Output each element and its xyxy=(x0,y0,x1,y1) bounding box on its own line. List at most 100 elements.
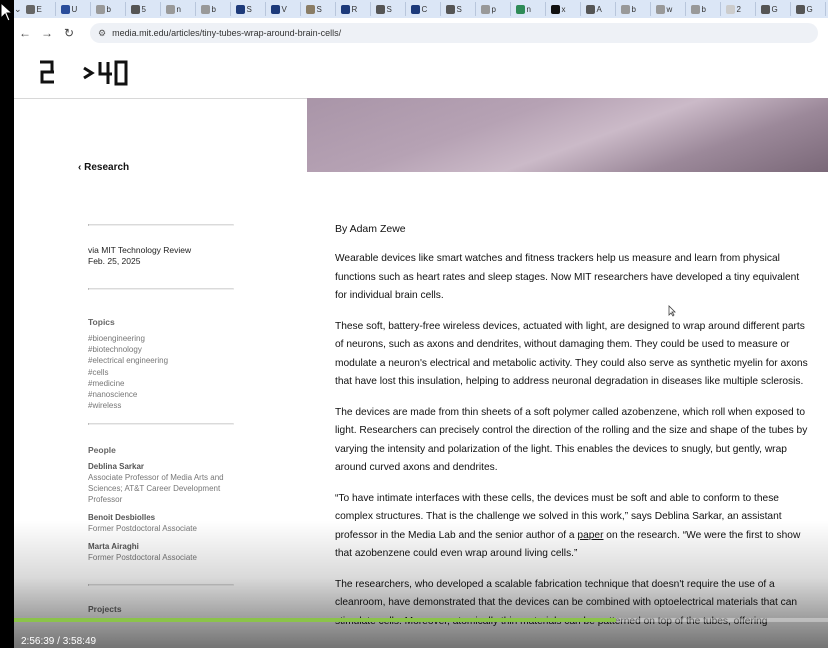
tab-label: 2 xyxy=(736,4,741,14)
mouse-pointer-icon xyxy=(0,2,12,22)
tab-label: V xyxy=(281,4,287,14)
browser-tab[interactable]: S xyxy=(443,2,476,16)
tab-label: U xyxy=(71,4,78,14)
browser-tab[interactable]: b xyxy=(198,2,231,16)
browser-tab[interactable]: n xyxy=(513,2,546,16)
browser-tab[interactable]: S xyxy=(303,2,336,16)
tab-label: S xyxy=(246,4,252,14)
browser-tab[interactable]: G xyxy=(793,2,826,16)
projects-title: Projects xyxy=(88,604,122,615)
topic-tag-link[interactable]: #cells xyxy=(88,367,234,378)
people-section: People Deblina Sarkar Associate Professor… xyxy=(88,425,234,584)
tab-label: p xyxy=(491,4,496,14)
browser-tab[interactable]: 5 xyxy=(128,2,161,16)
browser-tab[interactable]: E xyxy=(23,2,56,16)
tab-label: b xyxy=(631,4,636,14)
forward-arrow-icon[interactable]: → xyxy=(36,26,58,40)
browser-tab[interactable]: R xyxy=(338,2,371,16)
video-progress-bar[interactable] xyxy=(14,618,828,622)
tab-favicon-icon xyxy=(375,4,385,14)
article-paragraph: These soft, battery-free wireless device… xyxy=(335,320,808,388)
tab-favicon-icon xyxy=(270,4,280,14)
projects-section: Projects xyxy=(88,586,234,614)
topic-tag-link[interactable]: #electrical engineering xyxy=(88,355,234,366)
article-paragraph: “To have intimate interfaces with these … xyxy=(335,490,809,564)
article-meta: via MIT Technology Review Feb. 25, 2025 xyxy=(88,226,234,267)
tab-label: 5 xyxy=(141,4,146,14)
browser-tab[interactable]: p xyxy=(478,2,511,16)
browser-tab[interactable]: U xyxy=(58,2,91,16)
video-timestamp: 2:56:39 / 3:58:49 xyxy=(21,636,97,647)
person-entry[interactable]: Benoit Desbiolles Former Postdoctoral Ass… xyxy=(88,512,234,534)
person-role: Former Postdoctoral Associate xyxy=(88,524,197,534)
site-header xyxy=(14,48,828,99)
article-source[interactable]: via MIT Technology Review xyxy=(88,245,234,256)
browser-tab[interactable]: x xyxy=(548,2,581,16)
article-paragraph: The researchers, who developed a scalabl… xyxy=(335,578,798,627)
browser-tab[interactable]: V xyxy=(268,2,301,16)
tab-search-button[interactable]: ⌄ xyxy=(14,0,22,18)
person-role: Former Postdoctoral Associate xyxy=(88,553,197,563)
browser-tab[interactable]: C xyxy=(408,2,441,16)
hero-image xyxy=(307,98,828,172)
tab-favicon-icon xyxy=(340,4,350,14)
tab-favicon-icon xyxy=(305,4,315,14)
tab-favicon-icon xyxy=(60,4,70,14)
browser-tab[interactable]: b xyxy=(93,2,126,16)
topic-tag-link[interactable]: #wireless xyxy=(88,400,234,411)
tab-favicon-icon xyxy=(725,4,735,14)
topic-tag-link[interactable]: #bioengineering xyxy=(88,333,234,344)
tabs-container: EUb5nbSVSRSCSpnxAbwb2GGR xyxy=(22,2,828,16)
tab-favicon-icon xyxy=(410,4,420,14)
topics-list: #bioengineering #biotechnology #electrical… xyxy=(88,333,234,411)
browser-window: ⌄ EUb5nbSVSRSCSpnxAbwb2GGR ← → ↻ ⚙ media… xyxy=(14,0,828,648)
tab-favicon-icon xyxy=(620,4,630,14)
article-paragraph: Wearable devices like smart watches and … xyxy=(335,253,800,301)
logo-mark xyxy=(40,60,128,86)
tab-strip: ⌄ EUb5nbSVSRSCSpnxAbwb2GGR xyxy=(14,0,828,18)
tab-label: E xyxy=(36,4,42,14)
browser-tab[interactable]: b xyxy=(688,2,721,16)
tab-favicon-icon xyxy=(480,4,490,14)
people-list: Deblina Sarkar Associate Professor of Med… xyxy=(88,461,234,563)
tab-label: n xyxy=(526,4,531,14)
back-arrow-icon[interactable]: ← xyxy=(14,26,36,40)
reload-icon[interactable]: ↻ xyxy=(58,26,80,40)
tab-favicon-icon xyxy=(655,4,665,14)
tab-label: R xyxy=(351,4,358,14)
paper-link[interactable]: paper xyxy=(577,530,603,541)
topic-tag-link[interactable]: #biotechnology xyxy=(88,344,234,355)
person-entry[interactable]: Marta Airaghi Former Postdoctoral Associa… xyxy=(88,541,234,563)
tab-label: n xyxy=(176,4,181,14)
chevron-left-icon: ‹ xyxy=(78,162,82,173)
tab-label: G xyxy=(771,4,778,14)
article-body: By Adam Zewe Wearable devices like smart… xyxy=(335,223,809,643)
browser-tab[interactable]: 2 xyxy=(723,2,756,16)
person-name: Benoit Desbiolles xyxy=(88,513,156,523)
tab-label: b xyxy=(211,4,216,14)
person-name: Marta Airaghi xyxy=(88,542,139,552)
tab-favicon-icon xyxy=(760,4,770,14)
browser-tab[interactable]: S xyxy=(233,2,266,16)
browser-tab[interactable]: S xyxy=(373,2,406,16)
browser-toolbar: ← → ↻ ⚙ media.mit.edu/articles/tiny-tube… xyxy=(14,18,828,49)
browser-tab[interactable]: b xyxy=(618,2,651,16)
tab-favicon-icon xyxy=(795,4,805,14)
browser-tab[interactable]: w xyxy=(653,2,686,16)
tab-label: b xyxy=(701,4,706,14)
people-title: People xyxy=(88,445,116,456)
address-bar[interactable]: ⚙ media.mit.edu/articles/tiny-tubes-wrap… xyxy=(90,23,818,43)
tab-label: b xyxy=(106,4,111,14)
topic-tag-link[interactable]: #nanoscience xyxy=(88,389,234,400)
site-logo[interactable] xyxy=(38,58,128,93)
tab-favicon-icon xyxy=(165,4,175,14)
article-sidebar: via MIT Technology Review Feb. 25, 2025 … xyxy=(88,224,234,620)
back-to-research-link[interactable]: ‹ Research xyxy=(78,162,129,173)
browser-tab[interactable]: A xyxy=(583,2,616,16)
site-info-icon[interactable]: ⚙ xyxy=(98,28,106,39)
browser-tab[interactable]: n xyxy=(163,2,196,16)
topic-tag-link[interactable]: #medicine xyxy=(88,378,234,389)
browser-tab[interactable]: G xyxy=(758,2,791,16)
person-entry[interactable]: Deblina Sarkar Associate Professor of Med… xyxy=(88,461,234,505)
tab-favicon-icon xyxy=(445,4,455,14)
